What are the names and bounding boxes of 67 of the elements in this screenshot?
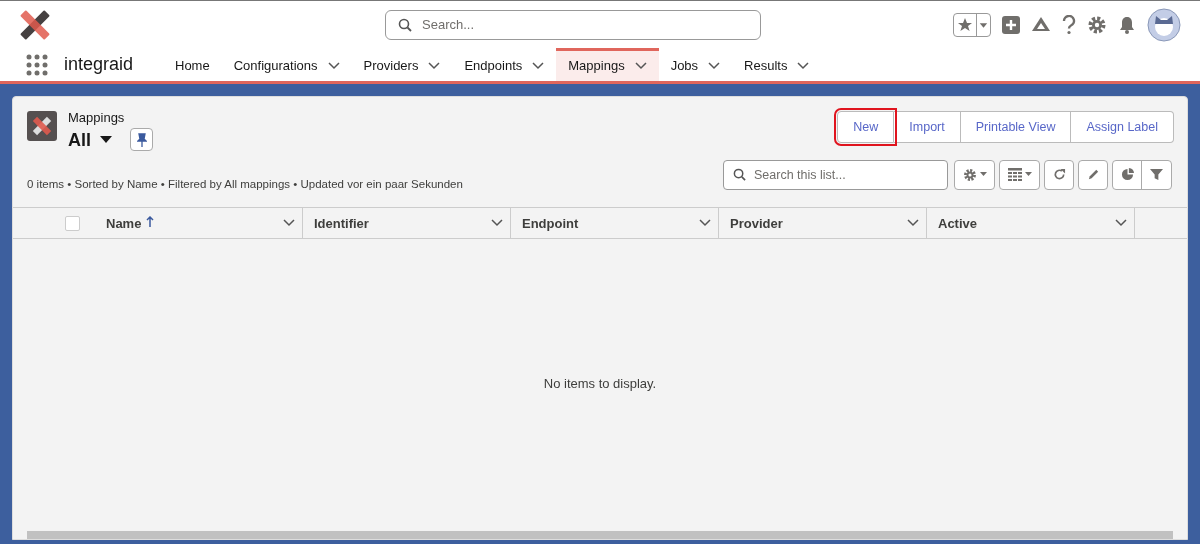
nav-tab[interactable]: Endpoints [452, 48, 557, 81]
search-field[interactable]: Search... [385, 9, 761, 40]
nav-tab[interactable]: Configurations [221, 48, 352, 81]
caret-icon [1024, 172, 1032, 178]
settings-menu-button[interactable] [954, 159, 995, 190]
pin-icon [136, 132, 147, 147]
list-status: 0 items • Sorted by Name • Filtered by All mappings • Updated vor ein paar Sekunden [27, 177, 463, 192]
object-label: Mappings [68, 110, 126, 126]
chevron-icon[interactable] [699, 219, 711, 228]
chevron-icon[interactable] [532, 62, 545, 70]
edit-button[interactable] [1078, 159, 1108, 190]
chevron-icon[interactable] [797, 62, 810, 70]
caret-icon [979, 172, 987, 178]
column-label: Provider [730, 214, 783, 233]
chevron-icon[interactable] [327, 62, 340, 70]
settings-icon [962, 167, 977, 182]
column-label: Endpoint [522, 214, 579, 233]
add-icon[interactable] [1001, 14, 1021, 35]
nav-tab[interactable]: Home [163, 48, 222, 81]
bell-icon[interactable] [1117, 14, 1137, 35]
column-label: Name [106, 214, 142, 233]
chevron-icon[interactable] [428, 62, 441, 70]
nav-tab[interactable]: Mappings [556, 48, 659, 81]
app-name: integraid [64, 53, 135, 76]
column-header[interactable]: Endpoint [511, 208, 719, 239]
list-search-field[interactable]: Search this list... [723, 159, 948, 190]
nav-tab[interactable]: Results [732, 48, 822, 81]
chevron-icon[interactable] [283, 219, 295, 228]
object-icon [27, 111, 57, 141]
action-button[interactable]: Import [894, 111, 961, 143]
display-as-button[interactable] [999, 159, 1040, 190]
help-icon[interactable] [1061, 14, 1077, 35]
settings-icon[interactable] [1087, 14, 1107, 35]
search-icon [733, 167, 746, 181]
action-button[interactable]: Assign Label [1071, 111, 1174, 143]
chevron-icon[interactable] [491, 219, 503, 228]
column-header[interactable]: Provider [719, 208, 927, 239]
horizontal-scrollbar[interactable] [27, 531, 1173, 539]
refresh-button[interactable] [1044, 159, 1074, 190]
search-icon [398, 17, 412, 32]
action-button[interactable]: New [837, 111, 895, 143]
favorites-button[interactable] [953, 12, 991, 37]
column-label: Identifier [314, 214, 369, 233]
empty-message: No items to display. [543, 375, 657, 394]
chevron-icon[interactable] [1115, 219, 1127, 228]
chevron-icon[interactable] [708, 62, 721, 70]
app-launcher-icon[interactable] [26, 53, 48, 76]
pencil-icon [1086, 168, 1100, 182]
filter-icon [1150, 168, 1163, 182]
table-icon [1007, 168, 1022, 182]
caret-icon[interactable] [100, 135, 112, 144]
chevron-icon[interactable] [634, 62, 647, 70]
refresh-icon [1052, 168, 1066, 182]
action-button[interactable]: Printable View [960, 111, 1072, 143]
list-view-name[interactable]: All [68, 128, 91, 151]
avatar-icon[interactable] [1147, 7, 1181, 42]
chevron-icon[interactable] [907, 219, 919, 228]
nav-tab[interactable]: Jobs [658, 48, 733, 81]
column-header[interactable]: Active [927, 208, 1135, 239]
caret-icon [976, 13, 990, 36]
select-all-checkbox[interactable] [65, 215, 80, 231]
pie-chart-icon [1120, 168, 1134, 182]
nav-tab[interactable]: Providers [351, 48, 453, 81]
pin-button[interactable] [130, 128, 153, 151]
column-header[interactable]: Identifier [303, 208, 511, 239]
column-header[interactable]: Name [95, 208, 303, 239]
column-label: Active [938, 214, 978, 233]
